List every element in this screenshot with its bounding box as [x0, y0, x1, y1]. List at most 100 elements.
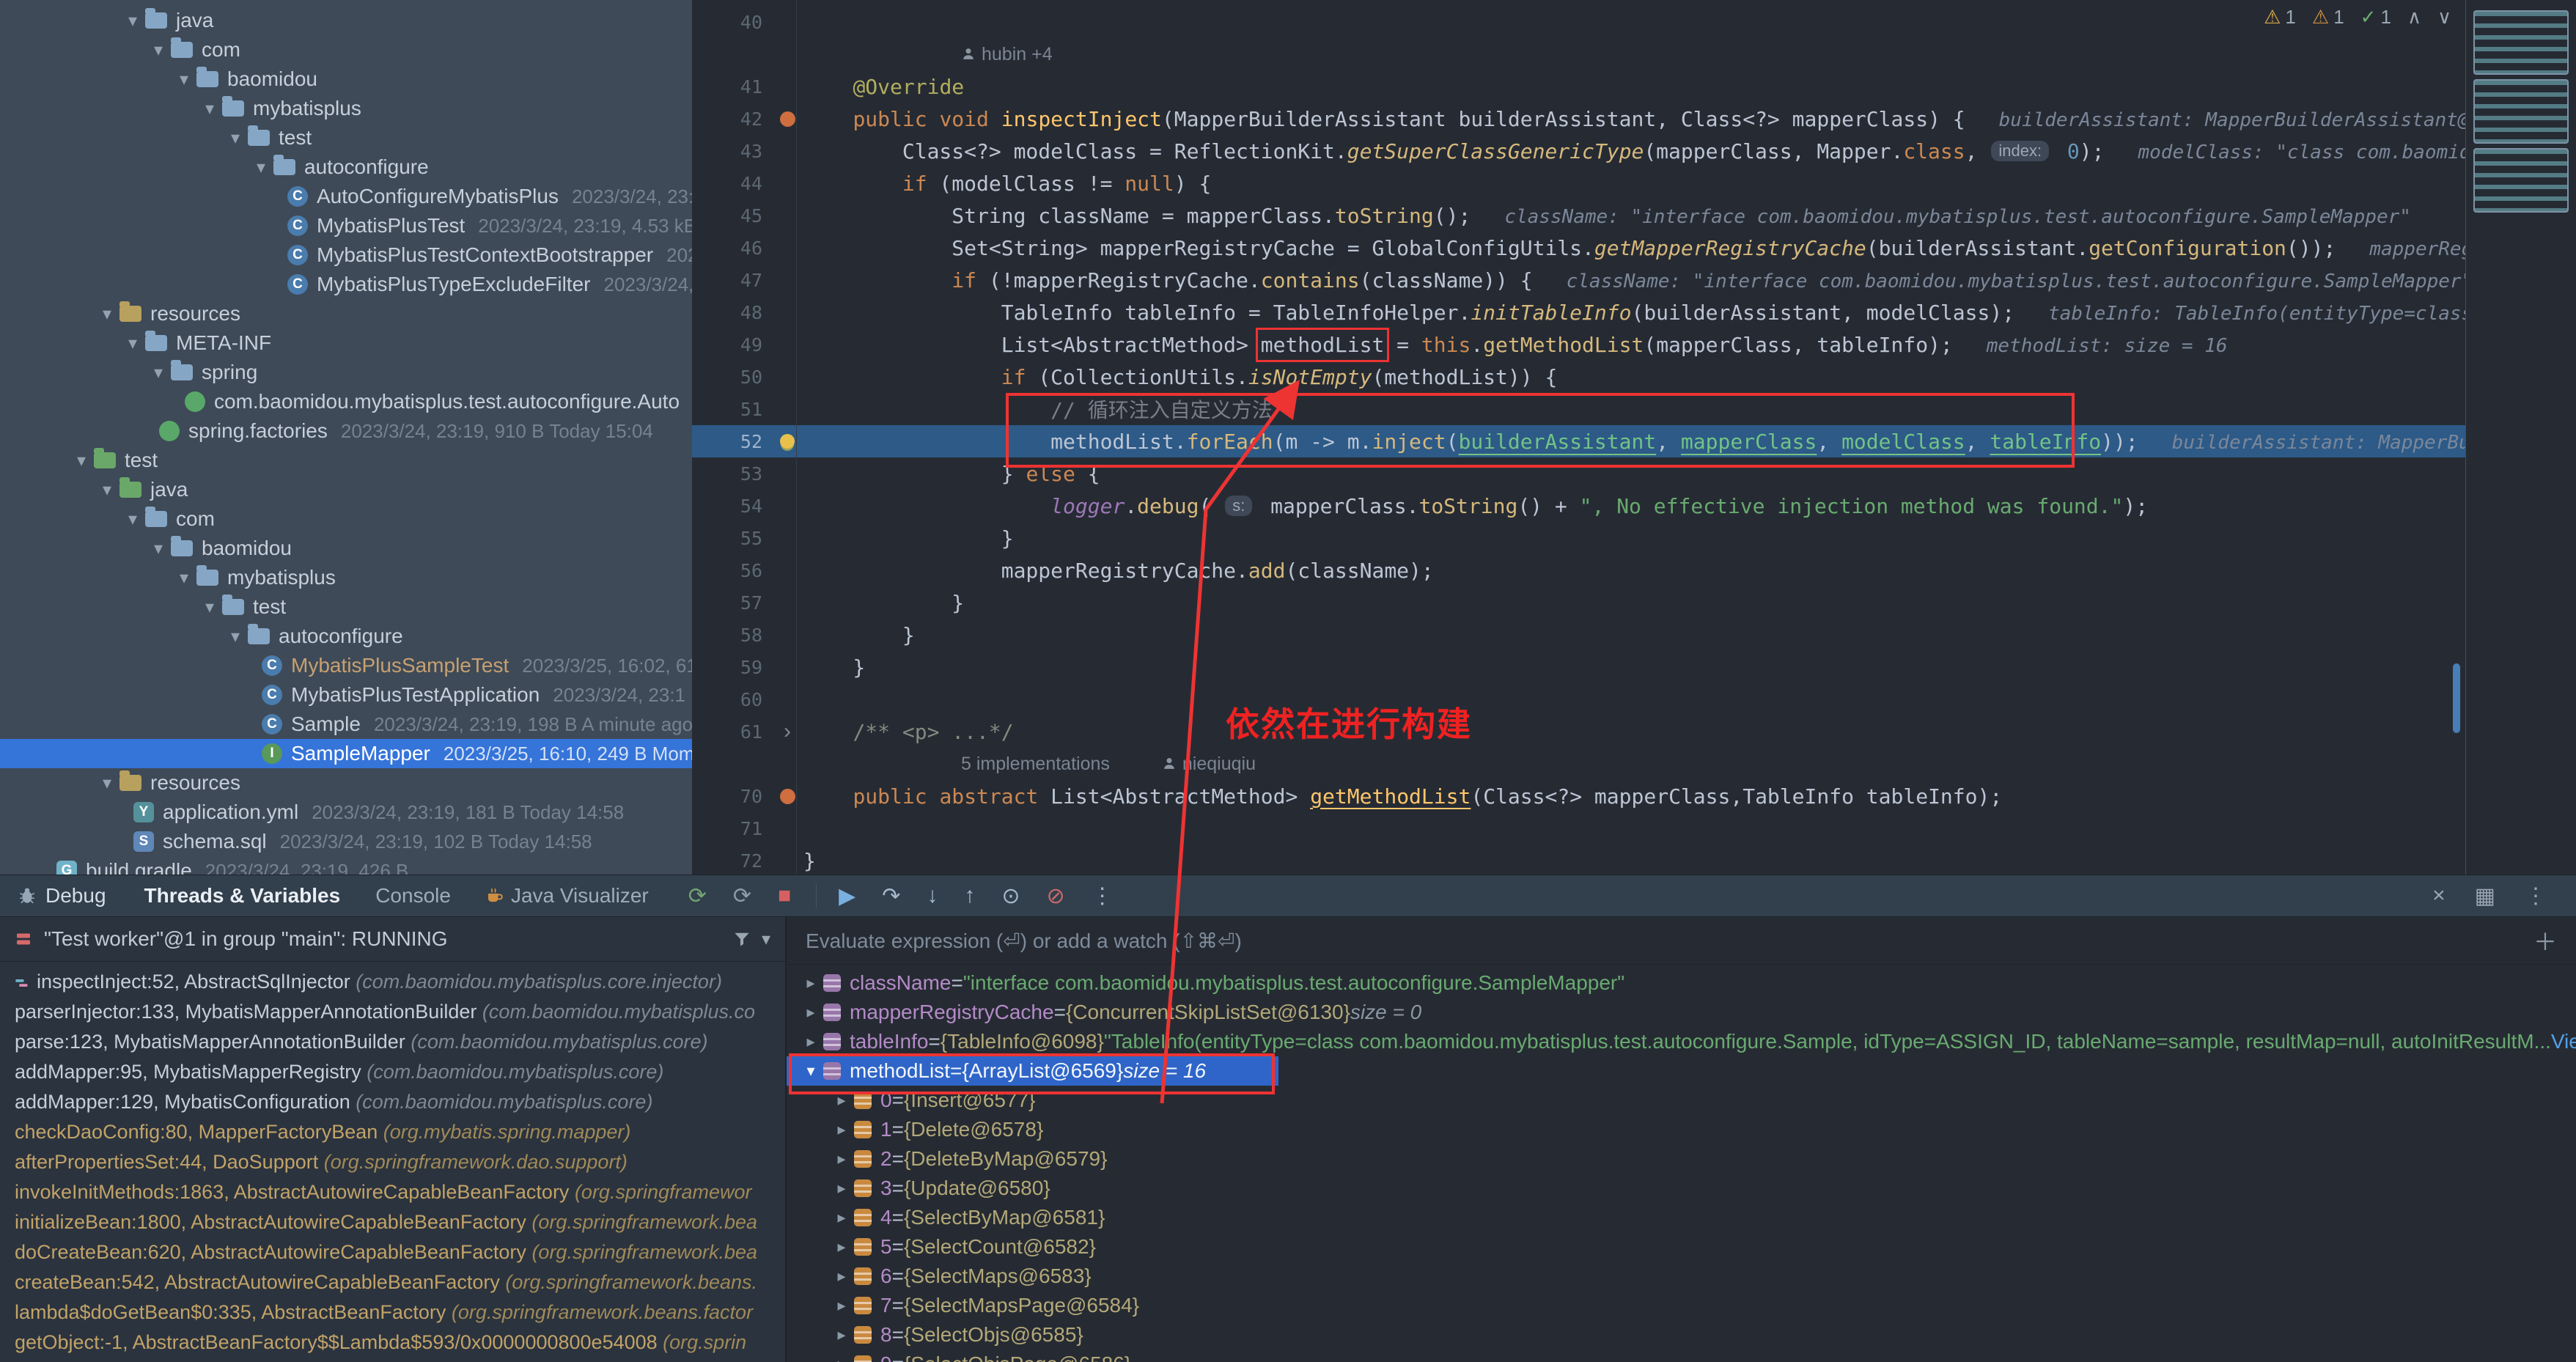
variable-row-6[interactable]: ▸6 = {SelectMaps@6583} [787, 1262, 2576, 1291]
tree-row-autoconfigure[interactable]: ▾autoconfigure [0, 622, 692, 651]
chevron-down-icon[interactable]: ▾ [223, 128, 248, 149]
chevron-down-icon[interactable]: ▾ [120, 10, 145, 32]
rerun-failed-tests-icon[interactable]: ⟳ [733, 883, 751, 909]
variable-row-1[interactable]: ▸1 = {Delete@6578} [787, 1115, 2576, 1144]
tree-row-build.gradle[interactable]: Gbuild.gradle2023/3/24, 23:19, 426 B [0, 856, 692, 875]
tree-row-test[interactable]: ▾test [0, 592, 692, 622]
stack-frame[interactable]: getObject:-1, AbstractBeanFactory$$Lambd… [0, 1328, 785, 1358]
variable-row-8[interactable]: ▸8 = {SelectObjs@6585} [787, 1320, 2576, 1350]
code-editor[interactable]: 40hubin +441 @Override42 public void ins… [692, 0, 2576, 875]
show-execution-point-icon[interactable]: ▶ [839, 883, 855, 909]
tree-row-com[interactable]: ▾com [0, 35, 692, 65]
implementations-inlay[interactable]: 5 implementationsnieqiuqiu [803, 754, 1256, 775]
filter-funnel-icon[interactable] [734, 931, 750, 947]
method-marker-icon[interactable] [771, 789, 803, 804]
variable-row-2[interactable]: ▸2 = {DeleteByMap@6579} [787, 1144, 2576, 1174]
tree-row-baomidou[interactable]: ▾baomidou [0, 534, 692, 563]
chevron-down-icon[interactable]: ▾ [146, 362, 171, 383]
close-icon[interactable]: × [2432, 883, 2446, 908]
chevron-right-icon[interactable]: ▸ [798, 1003, 823, 1022]
chevron-down-icon[interactable]: ▾ [146, 40, 171, 61]
chevron-right-icon[interactable]: ▸ [798, 973, 823, 993]
tree-row-java[interactable]: ▾java [0, 475, 692, 504]
tree-row-spring.factories[interactable]: spring.factories2023/3/24, 23:19, 910 B … [0, 416, 692, 446]
chevron-right-icon[interactable]: ▸ [829, 1267, 854, 1286]
tab-console[interactable]: Console [358, 875, 468, 917]
tree-row-resources[interactable]: ▾resources [0, 768, 692, 798]
tree-row-sample[interactable]: CSample2023/3/24, 23:19, 198 B A minute … [0, 710, 692, 739]
chevron-down-icon[interactable]: ▾ [95, 479, 119, 501]
tree-row-meta-inf[interactable]: ▾META-INF [0, 328, 692, 358]
stack-frame[interactable]: parserInjector:133, MybatisMapperAnnotat… [0, 997, 785, 1027]
variable-row-className[interactable]: ▸className = "interface com.baomidou.myb… [787, 968, 2576, 998]
more-step-actions-icon[interactable]: ⋮ [1092, 883, 1114, 909]
chevron-right-icon[interactable]: ▸ [829, 1120, 854, 1139]
layout-settings-icon[interactable]: ▦ [2475, 883, 2495, 909]
variable-row-mapperRegistryCache[interactable]: ▸mapperRegistryCache = {ConcurrentSkipLi… [787, 998, 2576, 1027]
step-out-icon[interactable]: ↑ [964, 883, 975, 908]
chevron-down-icon[interactable]: ▾ [172, 567, 196, 589]
method-marker-icon[interactable] [771, 111, 803, 127]
chevron-down-icon[interactable]: ▾ [146, 538, 171, 559]
tree-row-resources[interactable]: ▾resources [0, 299, 692, 328]
variable-row-methodList[interactable]: ▾methodList = {ArrayList@6569} size = 16 [787, 1056, 1278, 1086]
more-options-icon[interactable]: ⋮ [2525, 883, 2547, 909]
step-into-icon[interactable]: ↓ [927, 883, 938, 908]
variable-row-7[interactable]: ▸7 = {SelectMapsPage@6584} [787, 1291, 2576, 1320]
variable-row-4[interactable]: ▸4 = {SelectByMap@6581} [787, 1203, 2576, 1232]
step-over-icon[interactable]: ↷ [882, 883, 900, 909]
stack-frame[interactable]: initializeBean:1800, AbstractAutowireCap… [0, 1207, 785, 1237]
stack-frame[interactable]: afterPropertiesSet:44, DaoSupport (org.s… [0, 1147, 785, 1177]
variable-row-0[interactable]: ▸0 = {Insert@6577} [787, 1086, 2576, 1115]
chevron-down-icon[interactable]: ▾ [197, 597, 222, 618]
chevron-down-icon[interactable]: ▾ [223, 626, 248, 647]
tree-row-java[interactable]: ▾java [0, 6, 692, 35]
chevron-down-icon[interactable]: ▾ [120, 509, 145, 530]
chevron-right-icon[interactable]: ▸ [829, 1091, 854, 1110]
prev-marker-icon[interactable]: ∧ [2407, 6, 2421, 29]
tree-row-mybatisplustypeexcludefilter[interactable]: CMybatisPlusTypeExcludeFilter2023/3/24, … [0, 270, 692, 299]
chevron-right-icon[interactable]: ▸ [798, 1032, 823, 1051]
variable-row-tableInfo[interactable]: ▸tableInfo = {TableInfo@6098} "TableInfo… [787, 1027, 2576, 1056]
tree-row-com.baomidou.mybatisplus.test.autoconfigure.auto[interactable]: com.baomidou.mybatisplus.test.autoconfig… [0, 387, 692, 416]
chevron-right-icon[interactable]: ▸ [829, 1208, 854, 1227]
inspection-ok[interactable]: ✓1 [2360, 6, 2391, 29]
stack-frame[interactable]: checkDaoConfig:80, MapperFactoryBean (or… [0, 1117, 785, 1147]
tree-row-application.yml[interactable]: Yapplication.yml2023/3/24, 23:19, 181 B … [0, 798, 692, 827]
tree-row-test[interactable]: ▾test [0, 446, 692, 475]
tree-row-baomidou[interactable]: ▾baomidou [0, 65, 692, 94]
chevron-down-icon[interactable]: ▾ [798, 1061, 823, 1081]
stack-frame[interactable]: inspectInject:52, AbstractSqlInjector (c… [0, 967, 785, 997]
chevron-down-icon[interactable]: ▾ [95, 303, 119, 325]
stack-frame[interactable]: doCreateBean:620, AbstractAutowireCapabl… [0, 1237, 785, 1267]
fold-icon[interactable]: › [771, 719, 803, 744]
chevron-down-icon[interactable]: ▾ [172, 69, 196, 90]
chevron-down-icon[interactable]: ▾ [762, 929, 770, 950]
tree-row-mybatisplustest[interactable]: CMybatisPlusTest2023/3/24, 23:19, 4.53 k… [0, 211, 692, 240]
tree-row-mybatisplustestapplication[interactable]: CMybatisPlusTestApplication2023/3/24, 23… [0, 680, 692, 710]
stack-frame[interactable]: addMapper:95, MybatisMapperRegistry (com… [0, 1057, 785, 1087]
next-marker-icon[interactable]: ∨ [2437, 6, 2451, 29]
chevron-right-icon[interactable]: ▸ [829, 1149, 854, 1168]
intention-bulb-icon[interactable] [771, 434, 803, 449]
stack-frame[interactable]: addMapper:129, MybatisConfiguration (com… [0, 1087, 785, 1117]
tab-java-visualizer[interactable]: Java Visualizer [468, 875, 666, 917]
inspection-warning[interactable]: ⚠1 [2264, 6, 2296, 29]
chevron-down-icon[interactable]: ▾ [120, 333, 145, 354]
editor-scrollbar-thumb[interactable] [2453, 663, 2460, 733]
variable-row-3[interactable]: ▸3 = {Update@6580} [787, 1174, 2576, 1203]
variable-row-9[interactable]: ▸9 = {SelectObjsPage@6586} [787, 1350, 2576, 1362]
stack-frame[interactable]: parse:123, MybatisMapperAnnotationBuilde… [0, 1027, 785, 1057]
tree-row-test[interactable]: ▾test [0, 123, 692, 152]
stack-frame[interactable]: createBean:542, AbstractAutowireCapableB… [0, 1267, 785, 1297]
variable-row-5[interactable]: ▸5 = {SelectCount@6582} [787, 1232, 2576, 1262]
chevron-down-icon[interactable]: ▾ [197, 98, 222, 119]
tree-row-spring[interactable]: ▾spring [0, 358, 692, 387]
evaluate-expression-row[interactable]: Evaluate expression (⏎) or add a watch (… [787, 917, 2576, 965]
tab-threads-variables[interactable]: Threads & Variables [127, 875, 358, 917]
chevron-right-icon[interactable]: ▸ [829, 1355, 854, 1362]
chevron-right-icon[interactable]: ▸ [829, 1179, 854, 1198]
tree-row-com[interactable]: ▾com [0, 504, 692, 534]
stop-icon[interactable]: ■ [778, 883, 791, 908]
chevron-down-icon[interactable]: ▾ [249, 157, 273, 178]
